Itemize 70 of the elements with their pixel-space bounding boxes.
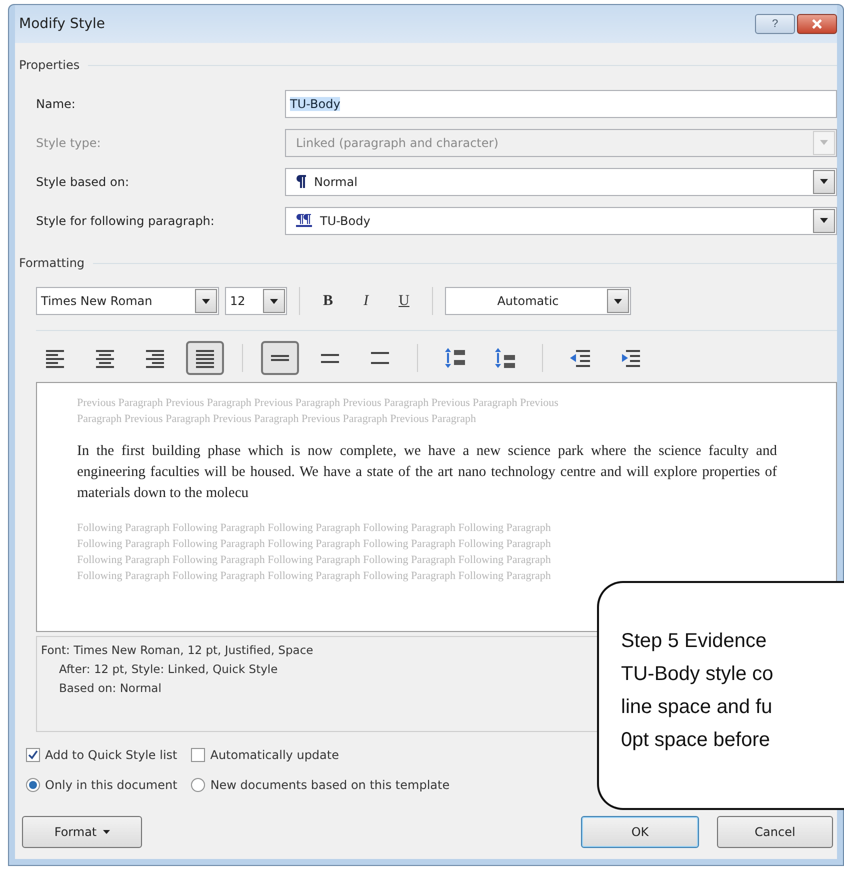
checkbox[interactable] [191, 748, 206, 762]
font-size-dropdown[interactable]: 12 [225, 287, 287, 315]
paragraph-spacing-icon [445, 347, 465, 369]
dropdown-arrow-icon [820, 218, 828, 223]
description-text: After: 12 pt, Style: Linked, Quick Style [58, 661, 279, 678]
radio-button[interactable] [191, 778, 206, 792]
field-value: Linked (paragraph and character) [296, 136, 498, 150]
font-dropdown[interactable]: Times New Roman [36, 287, 219, 315]
format-button[interactable]: Format [22, 816, 142, 848]
decrease-indent-icon [570, 348, 590, 368]
italic-button[interactable]: I [350, 287, 382, 315]
dropdown-field[interactable]: Normal [285, 168, 837, 196]
window-title: Modify Style [18, 16, 106, 32]
callout-text: line space and fu [621, 695, 772, 720]
combo-value: 12 [230, 294, 246, 308]
combo-value: Automatic [496, 294, 560, 308]
line-spacing-icon [321, 354, 339, 362]
description-text: Based on: Normal [58, 680, 162, 697]
name-input-field[interactable]: TU-Body [285, 90, 837, 118]
line-spacing-icon [271, 355, 289, 361]
selected-text: TU-Body [290, 96, 340, 110]
radio-button[interactable] [26, 778, 40, 792]
cancel-button[interactable]: Cancel [717, 816, 833, 848]
font-color-dropdown[interactable]: Automatic [445, 287, 631, 315]
pilcrow-icon [296, 175, 306, 188]
align-justify-icon [196, 348, 214, 368]
following-paragraph-text: Following Paragraph Following Paragraph Following Paragraph Following Paragraph Following Paragraph [77, 521, 552, 536]
following-paragraph-text: Following Paragraph Following Paragraph Following Paragraph Following Paragraph Following Paragraph [77, 537, 552, 552]
caret-icon [102, 830, 110, 834]
group-heading: Properties [19, 57, 80, 73]
dropdown-arrow-icon [202, 298, 210, 304]
align-center-icon [96, 348, 114, 368]
align-left-icon [46, 348, 64, 368]
callout-text: 0pt space before [621, 728, 770, 753]
callout-text: TU-Body style co [621, 662, 774, 687]
ok-button[interactable]: OK [581, 816, 699, 848]
close-button[interactable] [797, 14, 837, 34]
following-paragraph-text: Following Paragraph Following Paragraph Following Paragraph Following Paragraph Following Paragraph [77, 553, 552, 568]
field-value: TU-Body [320, 214, 370, 228]
increase-indent-icon [620, 348, 640, 368]
help-button[interactable]: ? [755, 14, 795, 34]
dropdown-arrow-icon [820, 179, 828, 184]
sample-paragraph-text: In the first building phase which is now complete, we have a new science park where the science faculty and engineering faculties will be housed. We have a state of the art nano technology centre and will explore properties of materials down to the molecu [77, 442, 777, 503]
description-text: Font: Times New Roman, 12 pt, Justified, Space [41, 642, 314, 659]
dropdown-field[interactable]: TU-Body [285, 206, 837, 234]
bold-button[interactable]: B [312, 287, 344, 315]
checkbox[interactable] [26, 748, 40, 762]
line-spacing-button[interactable] [261, 341, 299, 375]
field-label: Style based on: [36, 174, 130, 188]
align-justify-button[interactable] [186, 341, 224, 375]
line-spacing-icon [371, 352, 389, 364]
callout-text: Step 5 Evidence [621, 629, 767, 654]
field-value: Normal [314, 174, 358, 188]
field-label: Style type: [36, 136, 102, 150]
dropdown-arrow-icon [614, 298, 622, 304]
previous-paragraph-text: Previous Paragraph Previous Paragraph Previous Paragraph Previous Paragraph Previous Paragraph Previous [77, 396, 560, 411]
dropdown-arrow-icon [820, 140, 828, 145]
combo-value: Times New Roman [41, 294, 154, 308]
field-label: Name: [36, 96, 76, 110]
underline-button[interactable]: U [388, 287, 420, 315]
field-label: Style for following paragraph: [36, 214, 216, 228]
group-heading: Formatting [19, 255, 85, 271]
dropdown-arrow-icon [270, 298, 278, 304]
previous-paragraph-text: Paragraph Previous Paragraph Previous Paragraph Previous Paragraph Previous Paragraph [77, 412, 477, 427]
linked-style-icon [296, 214, 312, 227]
close-icon [812, 19, 822, 29]
checkmark-icon [28, 750, 38, 760]
paragraph-spacing-icon [495, 347, 515, 369]
following-paragraph-text: Following Paragraph Following Paragraph Following Paragraph Following Paragraph Following Paragraph [77, 569, 552, 584]
align-right-icon [146, 348, 164, 368]
